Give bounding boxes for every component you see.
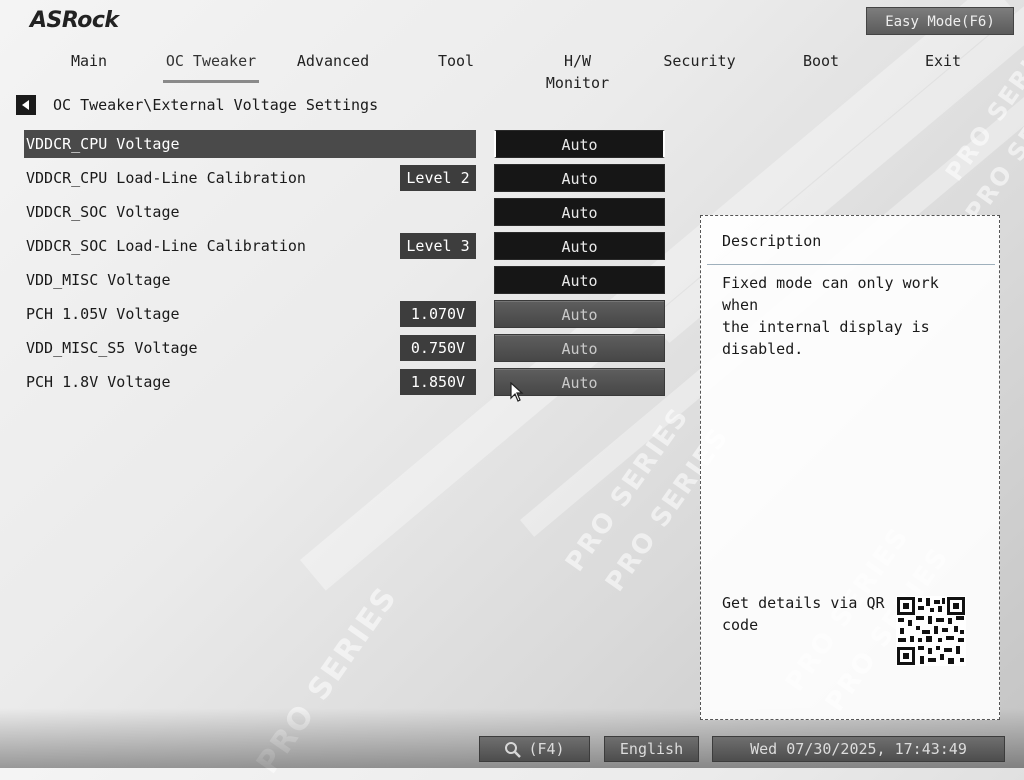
language-button[interactable]: English [604, 736, 699, 762]
description-body: Fixed mode can only work when the intern… [722, 274, 939, 358]
setting-value-dropdown[interactable]: Auto [494, 130, 665, 158]
current-value-badge: Level 2 [400, 165, 476, 191]
tab-exit[interactable]: Exit [920, 50, 966, 80]
search-button[interactable]: (F4) [479, 736, 590, 762]
setting-label: VDDCR_SOC Load-Line Calibration [26, 237, 306, 255]
watermark-text-5: PRO SERIES [940, 22, 1024, 187]
tab-hw-monitor[interactable]: H/W Monitor [530, 50, 625, 92]
description-title: Description [722, 232, 822, 250]
easy-mode-button[interactable]: Easy Mode(F6) [866, 7, 1014, 35]
tab-main[interactable]: Main [60, 50, 118, 80]
setting-vddcr-cpu-llc[interactable]: VDDCR_CPU Load-Line Calibration Level 2 … [0, 164, 680, 192]
tab-tool[interactable]: Tool [430, 50, 482, 80]
tab-oc-tweaker[interactable]: OC Tweaker [163, 50, 259, 83]
setting-vddcr-cpu-voltage[interactable]: VDDCR_CPU Voltage Auto [0, 130, 680, 158]
setting-vddcr-soc-voltage[interactable]: VDDCR_SOC Voltage Auto [0, 198, 680, 226]
asrock-logo: ASRock [30, 8, 119, 33]
setting-value-dropdown[interactable]: Auto [494, 164, 665, 192]
current-value-badge: 0.750V [400, 335, 476, 361]
setting-label: VDDCR_CPU Load-Line Calibration [26, 169, 306, 187]
main-nav: Main OC Tweaker Advanced Tool H/W Monito… [0, 50, 1024, 92]
setting-value-dropdown[interactable]: Auto [494, 266, 665, 294]
description-divider [707, 264, 995, 265]
setting-value-dropdown[interactable]: Auto [494, 232, 665, 260]
tab-advanced[interactable]: Advanced [293, 50, 373, 80]
setting-value-dropdown[interactable]: Auto [494, 198, 665, 226]
setting-value-dropdown[interactable]: Auto [494, 300, 665, 328]
current-value-badge: 1.070V [400, 301, 476, 327]
watermark-text-6: PRO SERIES [960, 62, 1024, 227]
setting-label: PCH 1.05V Voltage [26, 305, 180, 323]
setting-label: VDDCR_SOC Voltage [26, 203, 180, 221]
setting-vdd-misc-s5-voltage[interactable]: VDD_MISC_S5 Voltage 0.750V Auto [0, 334, 680, 362]
setting-label: VDD_MISC Voltage [26, 271, 171, 289]
tab-security[interactable]: Security [662, 50, 737, 80]
tab-boot[interactable]: Boot [798, 50, 844, 80]
qr-code-icon [896, 596, 966, 666]
setting-label: PCH 1.8V Voltage [26, 373, 171, 391]
setting-label: VDD_MISC_S5 Voltage [26, 339, 198, 357]
qr-caption: Get details via QR code [722, 594, 885, 634]
datetime-display: Wed 07/30/2025, 17:43:49 [712, 736, 1005, 762]
current-value-badge: Level 3 [400, 233, 476, 259]
back-arrow-icon[interactable] [16, 95, 36, 115]
description-panel: Description Fixed mode can only work whe… [700, 215, 1000, 720]
watermark-text-7: PRO SERIES [250, 580, 405, 780]
setting-value-dropdown[interactable]: Auto [494, 334, 665, 362]
search-shortcut-label: (F4) [528, 740, 565, 758]
mouse-cursor-icon [510, 382, 524, 402]
magnifier-icon [505, 741, 522, 758]
setting-pch-18v-voltage[interactable]: PCH 1.8V Voltage 1.850V Auto [0, 368, 680, 396]
setting-pch-105v-voltage[interactable]: PCH 1.05V Voltage 1.070V Auto [0, 300, 680, 328]
current-value-badge: 1.850V [400, 369, 476, 395]
watermark-text-1: PRO SERIES [560, 401, 696, 578]
breadcrumb-path: OC Tweaker\External Voltage Settings [53, 96, 379, 114]
setting-vdd-misc-voltage[interactable]: VDD_MISC Voltage Auto [0, 266, 680, 294]
setting-label: VDDCR_CPU Voltage [26, 135, 180, 153]
setting-vddcr-soc-llc[interactable]: VDDCR_SOC Load-Line Calibration Level 3 … [0, 232, 680, 260]
